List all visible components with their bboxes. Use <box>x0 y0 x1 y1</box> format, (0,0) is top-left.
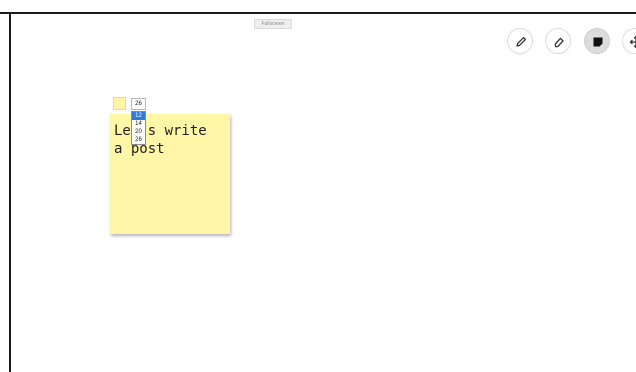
tool-pencil[interactable] <box>507 28 533 54</box>
font-size-dropdown: 12 14 20 26 <box>131 111 146 145</box>
font-size-option[interactable]: 26 <box>132 136 145 144</box>
tool-sticky-note[interactable] <box>584 28 610 54</box>
font-size-option[interactable]: 14 <box>132 120 145 128</box>
frame-top-border <box>0 0 636 14</box>
font-size-option[interactable]: 12 <box>132 112 145 120</box>
sticky-note-icon <box>593 37 603 47</box>
font-size-option[interactable]: 20 <box>132 128 145 136</box>
fullscreen-button[interactable]: Fullscreen <box>254 19 292 29</box>
frame-left-border <box>9 14 11 372</box>
pencil-icon <box>516 36 527 47</box>
tool-eraser[interactable] <box>545 28 571 54</box>
note-color-swatch[interactable] <box>113 97 126 110</box>
sticky-note[interactable]: Let's write a post <box>110 114 230 234</box>
font-size-select[interactable]: 26 <box>131 98 146 110</box>
eraser-icon <box>554 37 564 48</box>
tool-move[interactable] <box>622 28 636 54</box>
move-icon <box>629 35 636 49</box>
